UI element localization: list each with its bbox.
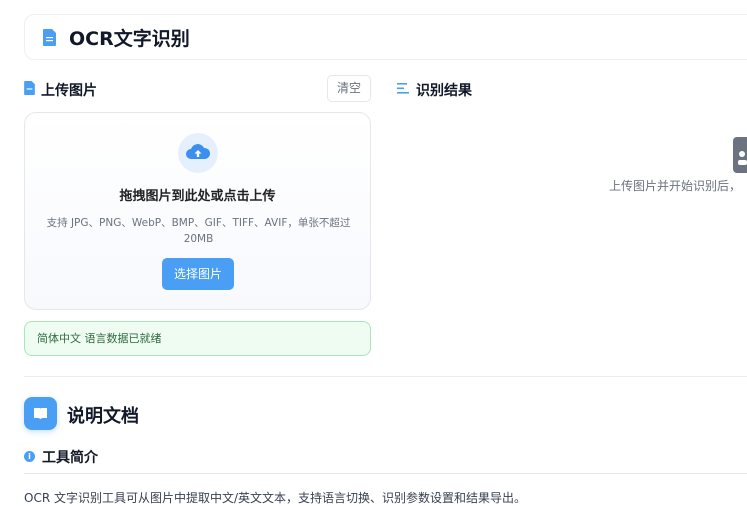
info-icon: i xyxy=(24,451,35,462)
upload-section-title: 上传图片 xyxy=(41,83,97,99)
divider xyxy=(24,376,747,377)
app-header: OCR文字识别 xyxy=(24,14,747,60)
intro-title: 工具简介 xyxy=(42,450,98,466)
list-icon xyxy=(397,83,409,94)
result-section-title: 识别结果 xyxy=(416,83,472,99)
language-status: 简体中文 语言数据已就绪 xyxy=(24,321,371,356)
clear-button[interactable]: 清空 xyxy=(327,75,371,102)
page-title: OCR文字识别 xyxy=(69,28,190,50)
dropzone-title: 拖拽图片到此处或点击上传 xyxy=(119,189,276,204)
image-placeholder-icon xyxy=(733,137,747,173)
book-icon xyxy=(24,397,57,430)
cloud-upload-icon xyxy=(178,133,218,173)
result-placeholder-text: 上传图片并开始识别后， xyxy=(609,179,742,193)
file-icon xyxy=(24,81,35,95)
divider xyxy=(24,473,747,474)
upload-dropzone[interactable]: 拖拽图片到此处或点击上传 支持 JPG、PNG、WebP、BMP、GIF、TIF… xyxy=(24,112,371,310)
document-icon xyxy=(43,29,56,46)
dropzone-hint: 支持 JPG、PNG、WebP、BMP、GIF、TIFF、AVIF，单张不超过2… xyxy=(46,217,351,245)
select-image-button[interactable]: 选择图片 xyxy=(162,258,234,290)
docs-title: 说明文档 xyxy=(67,406,139,427)
